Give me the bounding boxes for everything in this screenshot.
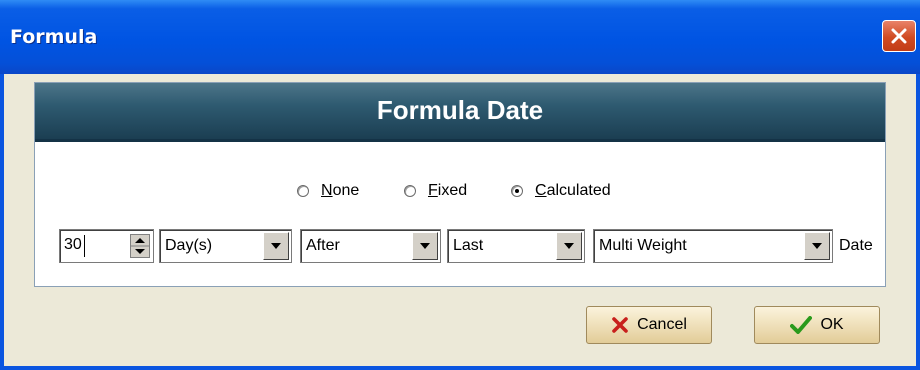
text-caret <box>84 235 85 257</box>
close-button[interactable] <box>882 20 916 52</box>
cancel-button-label: Cancel <box>637 316 687 333</box>
chevron-down-icon[interactable] <box>412 232 438 260</box>
date-label: Date <box>839 237 873 254</box>
window-title: Formula <box>10 26 98 48</box>
radio-fixed-label: Fixed <box>428 182 468 199</box>
which-select[interactable]: Last <box>447 229 585 263</box>
title-bar[interactable]: Formula <box>0 0 920 74</box>
red-x-icon <box>612 317 628 333</box>
radio-none-label: None <box>321 182 360 199</box>
formula-controls-row: 30 Day(s) After Last Multi Weight Date <box>35 229 885 263</box>
chevron-down-icon[interactable] <box>804 232 830 260</box>
ok-button[interactable]: OK <box>754 306 880 344</box>
ok-button-label: OK <box>820 316 844 333</box>
mode-radio-group: None Fixed Calculated <box>35 179 885 203</box>
cancel-button[interactable]: Cancel <box>586 306 712 344</box>
radio-none-button[interactable] <box>297 185 309 197</box>
formula-date-panel: Formula Date None Fixed Calculated 30 Da… <box>34 82 886 287</box>
radio-fixed[interactable]: Fixed <box>404 179 467 203</box>
spin-arrows-icon[interactable] <box>130 234 150 258</box>
relation-select[interactable]: After <box>300 229 441 263</box>
relation-select-value: After <box>306 237 340 254</box>
panel-title: Formula Date <box>376 95 544 125</box>
chevron-down-icon[interactable] <box>556 232 582 260</box>
radio-fixed-button[interactable] <box>404 185 416 197</box>
unit-select[interactable]: Day(s) <box>159 229 292 263</box>
which-select-value: Last <box>453 237 484 254</box>
panel-header: Formula Date <box>35 83 885 142</box>
dialog-body: Formula Date None Fixed Calculated 30 Da… <box>4 74 916 366</box>
formula-dialog: Formula Formula Date None Fixed Calculat… <box>0 0 920 370</box>
event-select[interactable]: Multi Weight <box>593 229 833 263</box>
amount-input[interactable]: 30 <box>64 236 82 254</box>
radio-calculated-button[interactable] <box>511 185 523 197</box>
amount-spinner[interactable]: 30 <box>59 229 154 263</box>
close-icon <box>891 28 907 44</box>
radio-none[interactable]: None <box>297 179 359 203</box>
chevron-down-icon[interactable] <box>263 232 289 260</box>
green-check-icon <box>790 316 813 334</box>
radio-calculated[interactable]: Calculated <box>511 179 611 203</box>
unit-select-value: Day(s) <box>165 237 213 254</box>
radio-calculated-label: Calculated <box>535 182 611 199</box>
event-select-value: Multi Weight <box>599 237 687 254</box>
